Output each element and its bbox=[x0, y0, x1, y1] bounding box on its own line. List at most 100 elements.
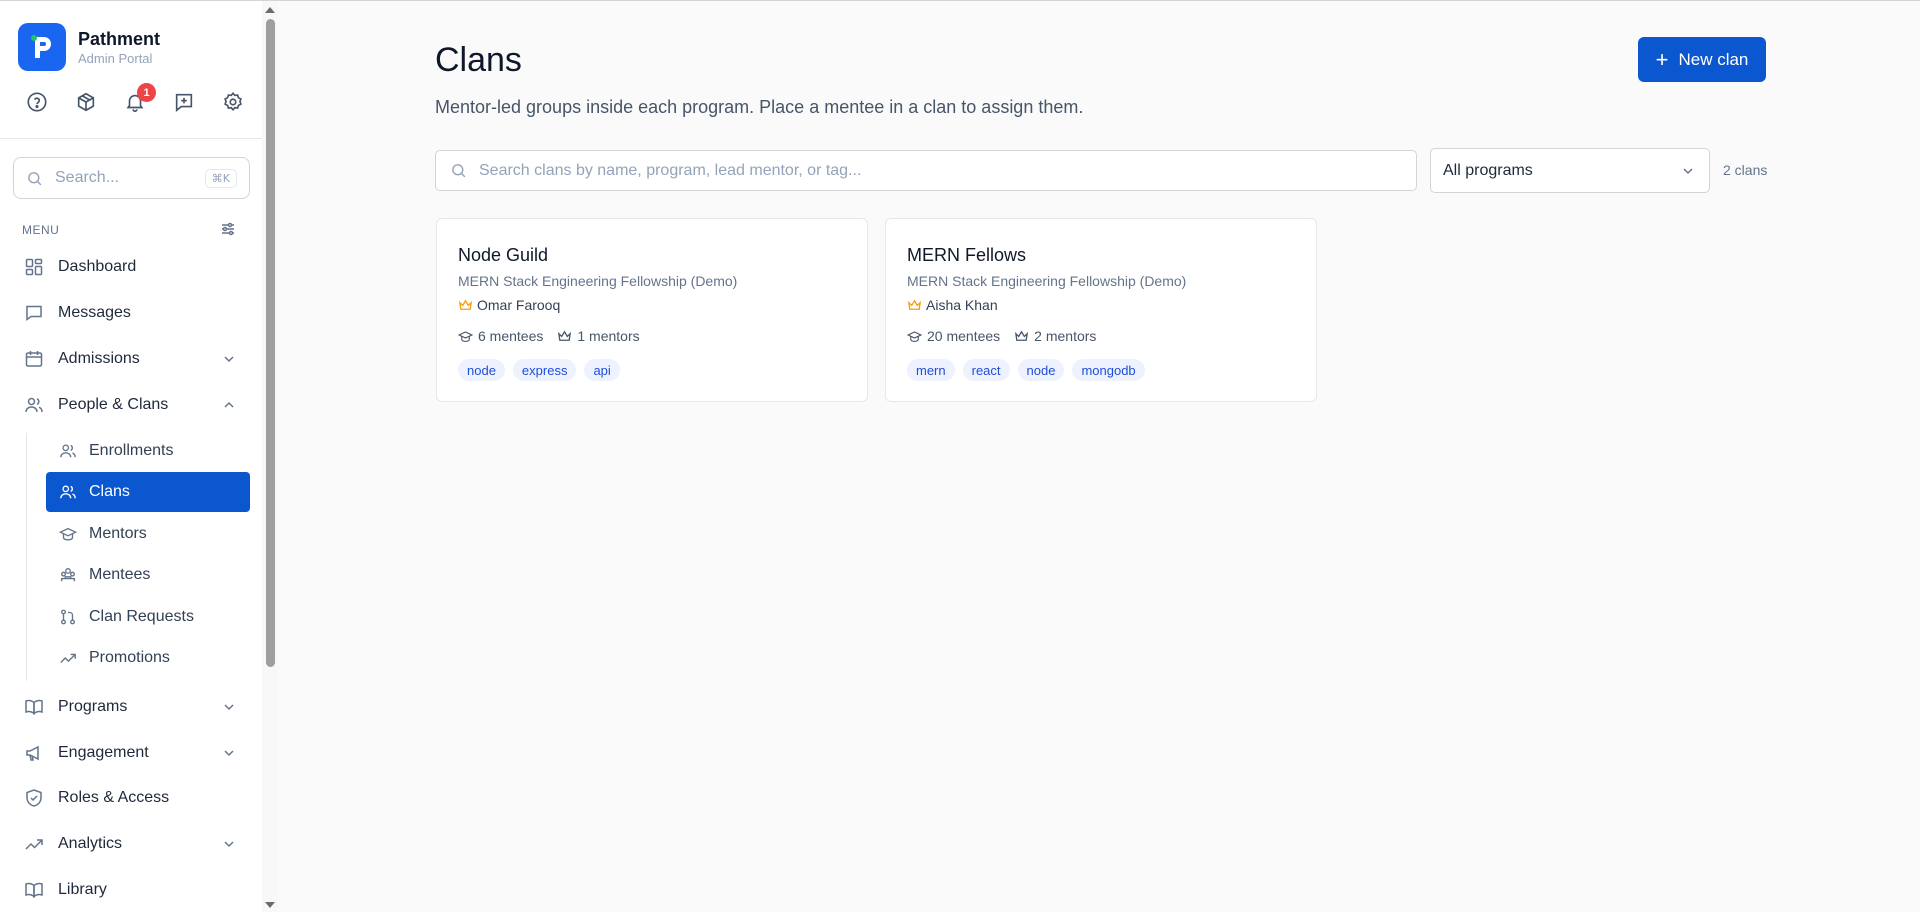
chevron-down-icon bbox=[222, 746, 236, 760]
chevron-down-icon bbox=[222, 700, 236, 714]
shield-icon bbox=[24, 788, 44, 808]
sidebar-search[interactable]: Search... ⌘K bbox=[13, 157, 250, 199]
nav-library[interactable]: Library bbox=[24, 870, 250, 910]
bell-icon[interactable]: 1 bbox=[124, 83, 156, 115]
scroll-down-arrow-icon[interactable] bbox=[265, 902, 275, 908]
notification-badge: 1 bbox=[137, 83, 156, 102]
sidebar-scroll-thumb[interactable] bbox=[266, 19, 275, 667]
sidebar-divider bbox=[0, 138, 262, 139]
graduation-cap-icon bbox=[907, 330, 922, 342]
nav-programs[interactable]: Programs bbox=[24, 687, 250, 727]
cube-icon[interactable] bbox=[75, 91, 99, 115]
tag: express bbox=[512, 359, 577, 381]
menu-label: MENU bbox=[22, 223, 60, 237]
subnav-label: Clan Requests bbox=[89, 608, 194, 625]
nav-roles-access[interactable]: Roles & Access bbox=[24, 778, 250, 818]
chevron-down-icon bbox=[222, 352, 236, 366]
subnav-label: Mentors bbox=[89, 525, 147, 542]
clan-program: MERN Stack Engineering Fellowship (Demo) bbox=[458, 273, 738, 289]
tag: node bbox=[1017, 359, 1065, 381]
clan-name: MERN Fellows bbox=[907, 245, 1027, 265]
tag: mongodb bbox=[1072, 359, 1145, 381]
nav-label: Admissions bbox=[58, 350, 140, 367]
nav-dashboard[interactable]: Dashboard bbox=[24, 247, 250, 287]
subnav-rail bbox=[26, 433, 27, 681]
graduation-cap-icon bbox=[458, 330, 473, 342]
nav-label: Programs bbox=[58, 698, 128, 715]
subnav-promotions[interactable]: Promotions bbox=[46, 638, 250, 678]
megaphone-icon bbox=[24, 743, 44, 763]
people-group-icon bbox=[59, 566, 77, 584]
search-icon bbox=[452, 164, 466, 178]
clan-tags: mern react node mongodb bbox=[907, 359, 1145, 381]
grid-icon bbox=[24, 257, 44, 277]
clan-card[interactable]: MERN Fellows MERN Stack Engineering Fell… bbox=[885, 218, 1317, 402]
nav-messages[interactable]: Messages bbox=[24, 293, 250, 333]
nav-label: Messages bbox=[58, 304, 131, 321]
message-icon bbox=[24, 303, 44, 323]
new-message-icon[interactable] bbox=[173, 91, 197, 115]
clan-lead-name: Omar Farooq bbox=[477, 297, 561, 313]
crown-icon bbox=[907, 299, 922, 310]
subnav-mentors[interactable]: Mentors bbox=[46, 514, 250, 554]
crown-icon bbox=[1015, 330, 1029, 341]
help-icon[interactable] bbox=[26, 91, 50, 115]
mentor-count: 2 mentors bbox=[1034, 328, 1097, 344]
brand-subtitle: Admin Portal bbox=[78, 50, 153, 66]
clan-count: 2 clans bbox=[1723, 162, 1768, 178]
page-title: Clans bbox=[435, 41, 522, 79]
tag: mern bbox=[907, 359, 955, 381]
settings-icon[interactable] bbox=[222, 91, 246, 115]
graduation-cap-icon bbox=[58, 525, 78, 543]
crown-icon bbox=[458, 299, 473, 310]
sidebar-search-placeholder: Search... bbox=[55, 169, 120, 186]
subnav-clans[interactable]: Clans bbox=[46, 472, 250, 512]
book-open-icon bbox=[24, 880, 44, 900]
crown-icon bbox=[558, 330, 572, 341]
chevron-down-icon bbox=[222, 837, 236, 851]
clan-search-input[interactable] bbox=[479, 161, 1402, 180]
new-clan-button[interactable]: + New clan bbox=[1638, 37, 1766, 82]
subnav-clan-requests[interactable]: Clan Requests bbox=[46, 597, 250, 637]
clan-search[interactable] bbox=[435, 150, 1417, 191]
nav-label: Library bbox=[58, 881, 107, 898]
nav-label: Dashboard bbox=[58, 258, 137, 275]
clan-program: MERN Stack Engineering Fellowship (Demo) bbox=[907, 273, 1187, 289]
chevron-down-icon bbox=[1681, 164, 1695, 178]
clan-lead: Aisha Khan bbox=[907, 297, 998, 313]
trend-icon bbox=[59, 649, 77, 667]
tag: node bbox=[458, 359, 505, 381]
nav-analytics[interactable]: Analytics bbox=[24, 824, 250, 864]
plus-icon: + bbox=[1655, 46, 1669, 72]
subnav-mentees[interactable]: Mentees bbox=[46, 555, 250, 595]
git-pull-request-icon bbox=[59, 608, 77, 626]
calendar-icon bbox=[24, 349, 44, 369]
trend-icon bbox=[24, 834, 44, 854]
nav-label: Analytics bbox=[58, 835, 123, 852]
mentor-count: 1 mentors bbox=[577, 328, 640, 344]
nav-label: People & Clans bbox=[58, 396, 169, 413]
users-icon bbox=[24, 395, 44, 415]
sliders-icon[interactable] bbox=[220, 221, 236, 237]
clan-card[interactable]: Node Guild MERN Stack Engineering Fellow… bbox=[436, 218, 868, 402]
subnav-enrollments[interactable]: Enrollments bbox=[46, 431, 250, 471]
mentee-count: 20 mentees bbox=[927, 328, 1001, 344]
page-description: Mentor-led groups inside each program. P… bbox=[435, 97, 1084, 117]
brand[interactable]: Pathment Admin Portal bbox=[18, 23, 160, 71]
subnav-label: Mentees bbox=[89, 566, 151, 583]
nav-admissions[interactable]: Admissions bbox=[24, 339, 250, 379]
logo bbox=[18, 23, 66, 71]
clan-tags: node express api bbox=[458, 359, 620, 381]
search-shortcut: ⌘K bbox=[204, 168, 237, 188]
program-filter-select[interactable]: All programs bbox=[1430, 148, 1710, 193]
scroll-up-arrow-icon[interactable] bbox=[265, 7, 275, 13]
clan-stats: 20 mentees 2 mentors bbox=[907, 328, 1110, 344]
nav-label: Engagement bbox=[58, 744, 149, 761]
program-filter-value: All programs bbox=[1443, 161, 1533, 179]
nav-people-clans[interactable]: People & Clans bbox=[24, 385, 250, 425]
nav-engagement[interactable]: Engagement bbox=[24, 733, 250, 773]
subnav-label: Clans bbox=[89, 483, 130, 500]
book-icon bbox=[24, 697, 44, 717]
tag: react bbox=[962, 359, 1010, 381]
clan-name: Node Guild bbox=[458, 245, 549, 265]
